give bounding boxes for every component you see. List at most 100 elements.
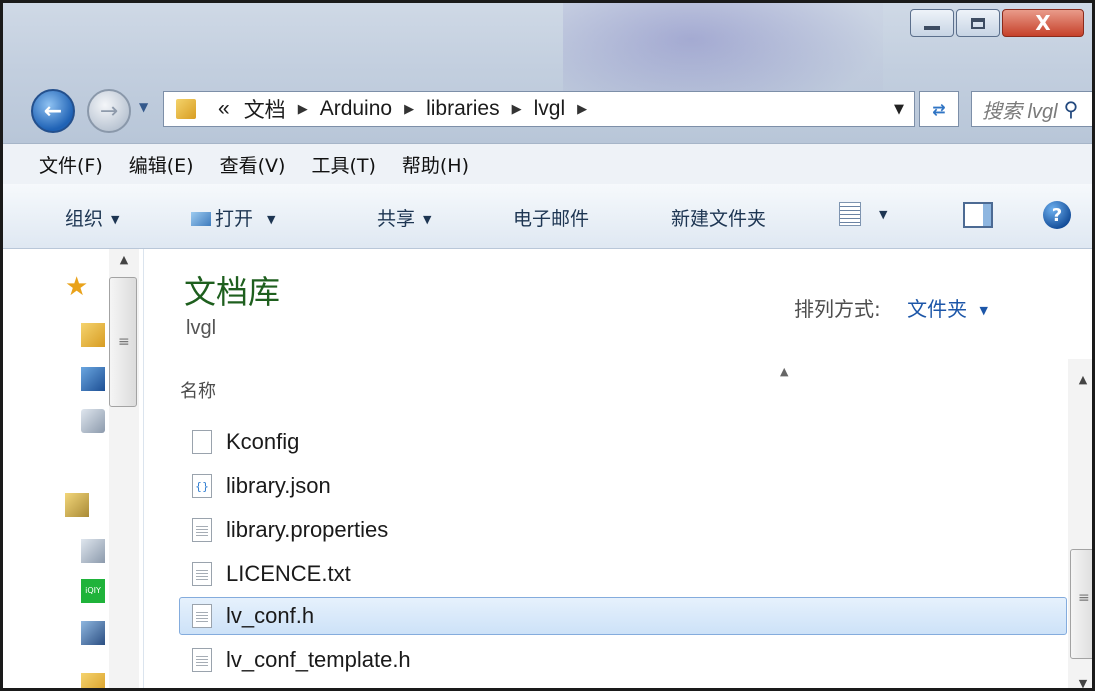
iqiyi-app-icon[interactable]: iQIY	[81, 579, 105, 603]
refresh-icon: ⇄	[932, 99, 946, 119]
favorites-star-icon[interactable]: ★	[65, 274, 89, 300]
window-controls: X	[908, 9, 1084, 37]
desktop-icon[interactable]	[81, 367, 105, 391]
file-name: LICENCE.txt	[226, 561, 351, 586]
close-icon: X	[1035, 11, 1051, 35]
close-button[interactable]: X	[1002, 9, 1084, 37]
arrange-by-dropdown[interactable]: 文件夹	[907, 297, 967, 321]
command-bar: 组织 ▼ 打开 ▼ 共享 ▼ 电子邮件 新建文件夹 ▼ ?	[3, 184, 1092, 249]
file-name: library.properties	[226, 517, 389, 542]
view-options-icon[interactable]	[839, 202, 861, 226]
sidebar-scroll-thumb[interactable]: ≡	[109, 277, 137, 407]
breadcrumb-overflow[interactable]: «	[218, 97, 230, 121]
file-row[interactable]: {} library.json	[180, 467, 1068, 505]
explorer-window: X ← → ▼ « 文档 ▶ Arduino ▶ libraries ▶ lvg…	[0, 0, 1095, 691]
chevron-down-icon: ▼	[111, 213, 120, 226]
back-arrow-icon: ←	[43, 98, 63, 124]
file-row[interactable]: library.properties	[180, 511, 1068, 549]
breadcrumb-item-libraries[interactable]: libraries	[426, 97, 500, 121]
refresh-button[interactable]: ⇄	[919, 91, 959, 127]
scroll-up-arrow-icon[interactable]: ▲	[109, 253, 139, 271]
preview-pane-icon[interactable]	[963, 202, 993, 228]
network-icon[interactable]	[81, 409, 105, 433]
forward-button[interactable]: →	[87, 89, 131, 133]
organize-button[interactable]: 组织 ▼	[65, 204, 119, 231]
open-label: 打开	[215, 208, 254, 230]
navigation-pane: ★ iQIY ▲ ≡	[3, 249, 144, 688]
file-list-scrollbar[interactable]: ▲ ≡ ▼	[1068, 359, 1092, 688]
folder-icon[interactable]	[81, 673, 105, 688]
library-subtitle: lvgl	[186, 317, 217, 339]
minimize-icon	[924, 26, 940, 30]
email-button[interactable]: 电子邮件	[513, 204, 589, 231]
file-row[interactable]: Kconfig	[180, 423, 1068, 461]
breadcrumb-separator-icon[interactable]: ▶	[577, 101, 587, 117]
menu-edit[interactable]: 编辑(E)	[129, 151, 194, 178]
file-view: 文档库 lvgl 排列方式: 文件夹 ▼ ▲ 名称 Kconfig {} lib…	[144, 249, 1092, 688]
share-button[interactable]: 共享 ▼	[377, 204, 431, 231]
arrange-by-label: 排列方式:	[794, 297, 881, 321]
back-button[interactable]: ←	[31, 89, 75, 133]
email-label: 电子邮件	[513, 208, 590, 230]
chevron-down-icon[interactable]: ▼	[979, 304, 987, 317]
file-list-scroll-thumb[interactable]: ≡	[1070, 549, 1092, 659]
text-file-icon	[192, 562, 212, 586]
blank-file-icon	[192, 430, 212, 454]
menu-tools[interactable]: 工具(T)	[311, 151, 375, 178]
help-icon[interactable]: ?	[1043, 201, 1071, 229]
search-input[interactable]: 搜索 lvgl ⚲	[971, 91, 1092, 127]
menu-bar: 文件(F) 编辑(E) 查看(V) 工具(T) 帮助(H)	[3, 143, 1092, 185]
chevron-down-icon: ▼	[423, 213, 432, 226]
breadcrumb-item-lvgl[interactable]: lvgl	[534, 97, 566, 121]
new-folder-label: 新建文件夹	[671, 208, 767, 230]
search-placeholder: 搜索 lvgl	[982, 100, 1058, 123]
address-bar[interactable]: « 文档 ▶ Arduino ▶ libraries ▶ lvgl ▶ ▼	[163, 91, 915, 127]
open-button[interactable]: 打开 ▼	[191, 204, 275, 231]
breadcrumb-separator-icon[interactable]: ▶	[298, 101, 308, 117]
libraries-icon[interactable]	[65, 493, 89, 517]
open-icon	[191, 212, 211, 226]
breadcrumb: « 文档 ▶ Arduino ▶ libraries ▶ lvgl ▶	[218, 94, 599, 124]
scroll-down-arrow-icon[interactable]: ▼	[1068, 677, 1092, 688]
sort-ascending-icon: ▲	[780, 365, 789, 378]
organize-label: 组织	[65, 208, 104, 230]
menu-view[interactable]: 查看(V)	[220, 151, 286, 178]
breadcrumb-item-documents[interactable]: 文档	[244, 94, 286, 124]
file-name: library.json	[226, 473, 331, 498]
menu-file[interactable]: 文件(F)	[39, 151, 103, 178]
chevron-down-icon: ▼	[267, 213, 276, 226]
address-dropdown-icon[interactable]: ▼	[894, 102, 904, 117]
minimize-button[interactable]	[910, 9, 954, 37]
documents-icon[interactable]	[81, 539, 105, 563]
downloads-folder-icon[interactable]	[81, 323, 105, 347]
menu-help[interactable]: 帮助(H)	[402, 151, 469, 178]
file-row[interactable]: lv_conf_template.h	[180, 641, 1068, 679]
maximize-icon	[971, 17, 985, 29]
arrange-by: 排列方式: 文件夹 ▼	[794, 293, 988, 322]
chevron-down-icon[interactable]: ▼	[879, 208, 887, 221]
videos-icon[interactable]	[81, 621, 105, 645]
text-file-icon	[192, 604, 212, 628]
file-name: lv_conf_template.h	[226, 647, 411, 672]
title-bar: X ← → ▼ « 文档 ▶ Arduino ▶ libraries ▶ lvg…	[3, 3, 1092, 143]
text-file-icon	[192, 518, 212, 542]
text-file-icon	[192, 648, 212, 672]
share-label: 共享	[377, 208, 416, 230]
scroll-up-arrow-icon[interactable]: ▲	[1068, 373, 1092, 386]
folder-icon	[176, 99, 196, 119]
file-name: lv_conf.h	[226, 603, 315, 628]
breadcrumb-separator-icon[interactable]: ▶	[404, 101, 414, 117]
file-name: Kconfig	[226, 429, 300, 454]
file-row[interactable]: LICENCE.txt	[180, 555, 1068, 593]
maximize-button[interactable]	[956, 9, 1000, 37]
forward-arrow-icon: →	[99, 98, 119, 124]
breadcrumb-separator-icon[interactable]: ▶	[512, 101, 522, 117]
file-row-selected[interactable]: lv_conf.h	[179, 597, 1067, 635]
search-icon[interactable]: ⚲	[1064, 97, 1079, 121]
json-file-icon: {}	[192, 474, 212, 498]
library-title: 文档库	[184, 273, 281, 311]
new-folder-button[interactable]: 新建文件夹	[671, 204, 766, 231]
column-header-name[interactable]: 名称	[180, 377, 216, 403]
breadcrumb-item-arduino[interactable]: Arduino	[320, 97, 392, 121]
recent-pages-dropdown-icon[interactable]: ▼	[139, 100, 148, 114]
